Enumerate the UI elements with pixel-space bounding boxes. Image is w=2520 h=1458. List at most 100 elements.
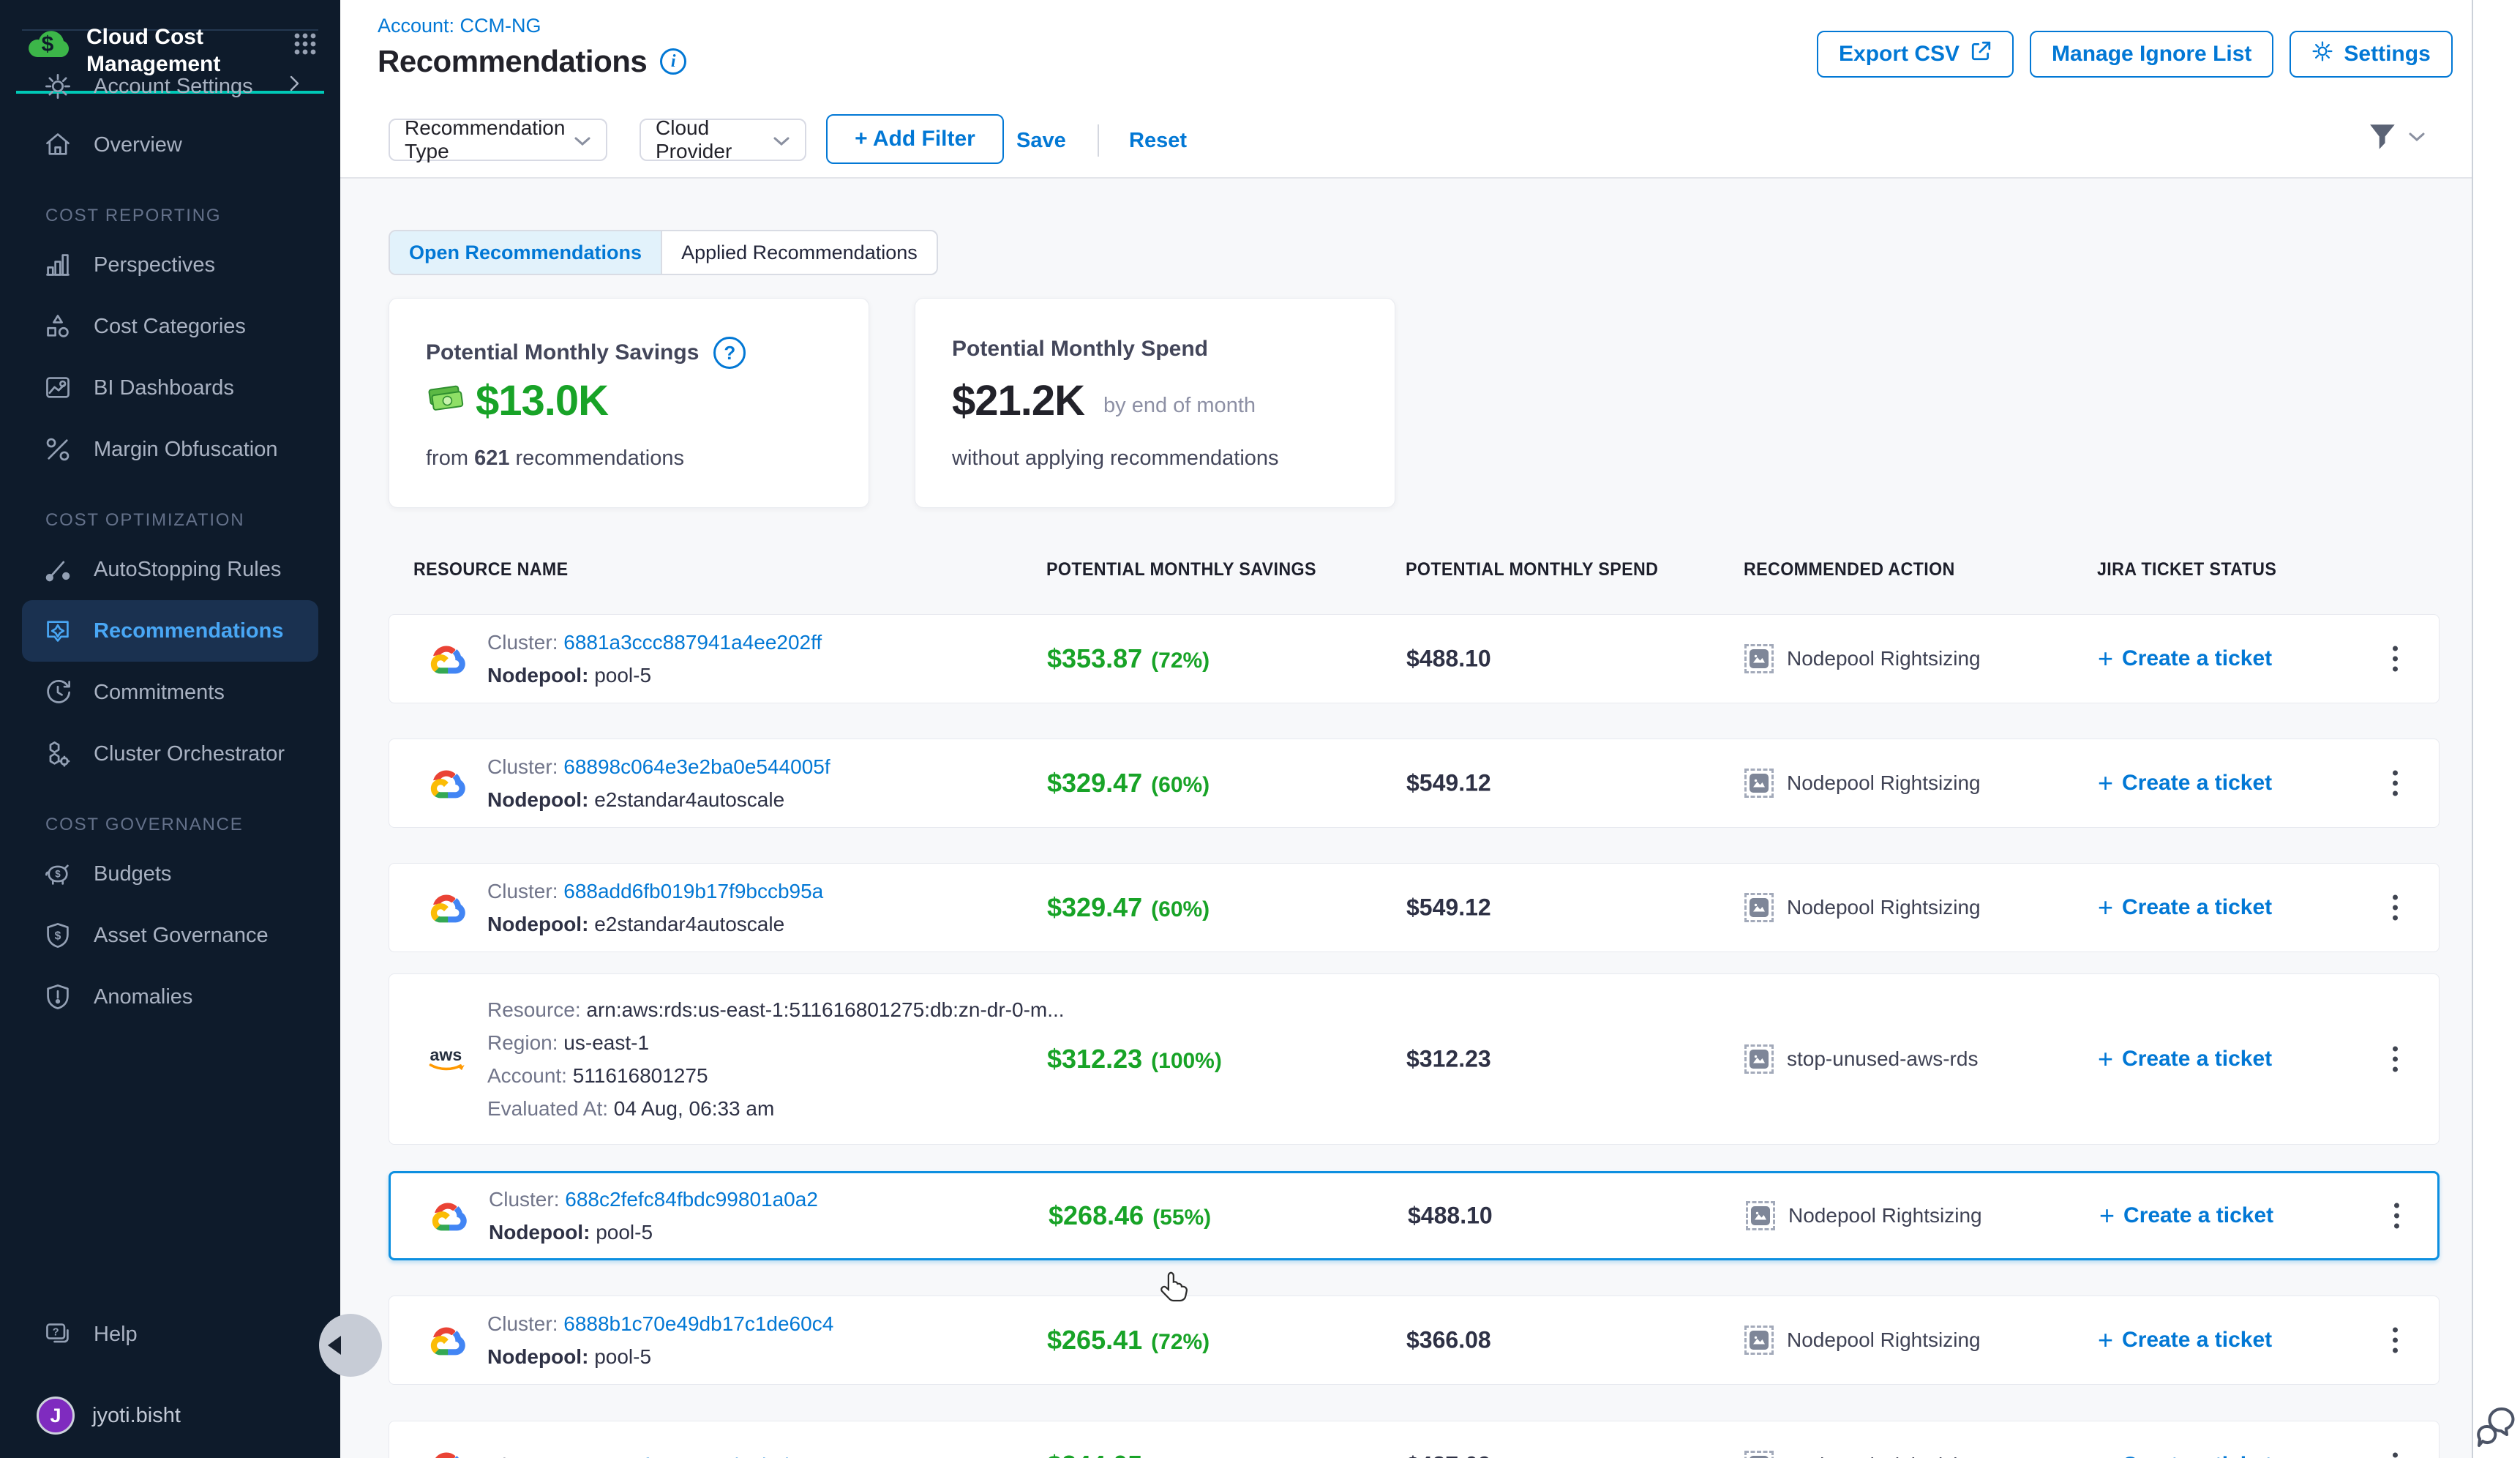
resource-line-label: Evaluated At:	[487, 1097, 614, 1120]
chat-bubbles-icon[interactable]	[2475, 1405, 2517, 1454]
sidebar-item-bi-dashboards[interactable]: BI Dashboards	[0, 357, 340, 419]
filter-panel-button[interactable]	[2369, 123, 2426, 154]
account-breadcrumb[interactable]: Account: CCM-NG	[378, 15, 541, 37]
savings-value: $13.0K	[476, 376, 608, 425]
gcp-logo-icon	[427, 1324, 467, 1356]
resource-details: Cluster: 688c2fefc84fbdc99801a0a2Nodepoo…	[489, 1183, 818, 1249]
manage-ignore-list-button[interactable]: Manage Ignore List	[2030, 31, 2273, 78]
row-menu-button[interactable]	[2381, 1322, 2409, 1359]
resource-line-label: Resource:	[487, 998, 586, 1021]
sidebar-item-overview[interactable]: Overview	[0, 114, 340, 176]
sidebar-item-account-settings[interactable]: Account Settings	[0, 56, 340, 117]
potential-savings-value: $265.41(72%)	[1047, 1325, 1210, 1356]
cluster-link[interactable]: 6886e92f59a48cad86b5b1c6	[563, 1454, 829, 1458]
cluster-link[interactable]: 688c2fefc84fbdc99801a0a2	[565, 1188, 818, 1211]
create-ticket-button[interactable]: +Create a ticket	[2098, 768, 2272, 799]
sidebar-item-perspectives[interactable]: Perspectives	[0, 234, 340, 296]
dropdown-label: Cloud Provider	[656, 116, 773, 163]
rightsizing-icon	[1744, 769, 1774, 798]
funnel-icon	[2369, 123, 2399, 154]
table-row[interactable]: Cluster: 68898c064e3e2ba0e544005fNodepoo…	[389, 739, 2440, 828]
recommended-action-label: Nodepool Rightsizing	[1787, 647, 1981, 670]
create-ticket-button[interactable]: +Create a ticket	[2098, 643, 2272, 674]
sidebar-item-asset-governance[interactable]: $Asset Governance	[0, 905, 340, 966]
cluster-link[interactable]: 6888b1c70e49db17c1de60c4	[563, 1312, 833, 1335]
savings-card-title: Potential Monthly Savings	[426, 340, 699, 365]
row-menu-button[interactable]	[2382, 1197, 2410, 1235]
resource-line-value: 511616801275	[573, 1064, 708, 1087]
row-menu-button[interactable]	[2381, 640, 2409, 678]
resource-line-label: Cluster:	[487, 880, 563, 902]
shapes-icon	[42, 311, 73, 342]
table-row[interactable]: Cluster: 688c2fefc84fbdc99801a0a2Nodepoo…	[389, 1171, 2440, 1260]
dropdown-label: Recommendation Type	[405, 116, 574, 163]
table-row[interactable]: Cluster: 6881a3ccc887941a4ee202ffNodepoo…	[389, 614, 2440, 703]
row-menu-button[interactable]	[2381, 1041, 2409, 1078]
table-row[interactable]: Cluster: 688add6fb019b17f9bccb95a Nodepoo…	[389, 863, 2440, 952]
recommended-action-label: stop-unused-aws-rds	[1787, 1047, 1978, 1071]
filter-dropdown-cloud-provider[interactable]: Cloud Provider	[640, 119, 806, 161]
create-ticket-button[interactable]: +Create a ticket	[2098, 1450, 2272, 1458]
sidebar-collapse-handle[interactable]	[319, 1314, 382, 1377]
tab-applied-recommendations[interactable]: Applied Recommendations	[662, 231, 937, 274]
sidebar-item-budgets[interactable]: $ Budgets	[0, 843, 340, 905]
question-icon[interactable]: ?	[713, 337, 746, 369]
shield-alert-icon	[42, 982, 73, 1012]
bar-chart-icon	[42, 250, 73, 280]
save-filter-button[interactable]: Save	[1016, 102, 1066, 179]
potential-savings-value: $244.05(57%)	[1047, 1450, 1210, 1458]
resource-line-label: Nodepool:	[487, 664, 594, 687]
sidebar-item-help[interactable]: ? Help	[0, 1304, 340, 1365]
shield-dollar-icon: $	[42, 920, 73, 951]
table-row[interactable]: awsResource: arn:aws:rds:us-east-1:51161…	[389, 973, 2440, 1145]
table-row[interactable]: Cluster: 6888b1c70e49db17c1de60c4Nodepoo…	[389, 1296, 2440, 1385]
create-ticket-button[interactable]: +Create a ticket	[2098, 1044, 2272, 1074]
sidebar-item-cost-categories[interactable]: Cost Categories	[0, 296, 340, 357]
user-menu[interactable]: J jyoti.bisht	[0, 1385, 340, 1446]
export-csv-button[interactable]: Export CSV	[1817, 31, 2014, 78]
recommended-action: Nodepool Rightsizing	[1746, 1201, 1982, 1230]
cluster-link[interactable]: 68898c064e3e2ba0e544005f	[563, 755, 830, 778]
cluster-link[interactable]: 688add6fb019b17f9bccb95a	[563, 880, 823, 902]
filter-dropdown-recommendation-type[interactable]: Recommendation Type	[389, 119, 607, 161]
row-menu-button[interactable]	[2381, 765, 2409, 802]
tab-open-recommendations[interactable]: Open Recommendations	[390, 231, 662, 274]
percent-icon	[42, 434, 73, 465]
savings-percentage: (55%)	[1152, 1205, 1211, 1230]
button-label: Manage Ignore List	[2052, 42, 2251, 67]
resource-line-label: Cluster:	[487, 1454, 563, 1458]
resource-line-label: Nodepool:	[487, 788, 594, 811]
svg-text:$: $	[55, 868, 61, 879]
sidebar-item-cluster-orchestrator[interactable]: Cluster Orchestrator	[0, 723, 340, 785]
sidebar: $ Cloud Cost Management OverviewCOST REP…	[0, 0, 340, 1458]
spend-value: $21.2K	[952, 376, 1084, 425]
info-icon[interactable]: i	[660, 48, 686, 75]
table-row[interactable]: Cluster: 6886e92f59a48cad86b5b1c6 $244.05…	[389, 1421, 2440, 1458]
create-ticket-button[interactable]: +Create a ticket	[2099, 1200, 2273, 1231]
resource-details: Cluster: 6881a3ccc887941a4ee202ffNodepoo…	[487, 626, 822, 692]
create-ticket-button[interactable]: +Create a ticket	[2098, 892, 2272, 923]
sidebar-item-autostopping-rules[interactable]: AutoStopping Rules	[0, 539, 340, 600]
row-menu-button[interactable]	[2381, 1447, 2409, 1458]
potential-savings-card: Potential Monthly Savings ? $13.0K from …	[389, 298, 869, 508]
sidebar-item-margin-obfuscation[interactable]: Margin Obfuscation	[0, 419, 340, 480]
create-ticket-label: Create a ticket	[2123, 1203, 2273, 1228]
potential-savings-value: $329.47(60%)	[1047, 768, 1210, 799]
potential-spend-value: $549.12	[1406, 894, 1491, 921]
create-ticket-label: Create a ticket	[2122, 646, 2272, 671]
reset-filter-button[interactable]: Reset	[1129, 102, 1187, 179]
sidebar-item-recommendations[interactable]: Recommendations	[22, 600, 318, 662]
sidebar-item-commitments[interactable]: Commitments	[0, 662, 340, 723]
cluster-link[interactable]: 6881a3ccc887941a4ee202ff	[563, 631, 822, 654]
potential-spend-value: $366.08	[1406, 1327, 1491, 1354]
sidebar-item-anomalies[interactable]: Anomalies	[0, 966, 340, 1028]
create-ticket-button[interactable]: +Create a ticket	[2098, 1325, 2272, 1356]
recommended-action: Nodepool Rightsizing	[1744, 893, 1981, 922]
recommended-action-label: Nodepool Rightsizing	[1788, 1204, 1982, 1227]
sidebar-item-label: Budgets	[94, 862, 171, 886]
add-filter-button[interactable]: + Add Filter	[826, 114, 1004, 164]
savings-percentage: (60%)	[1151, 773, 1210, 797]
row-menu-button[interactable]	[2381, 889, 2409, 927]
settings-button[interactable]: Settings	[2290, 31, 2452, 78]
main-area: Account: CCM-NG Recommendations i Export…	[340, 0, 2520, 1458]
